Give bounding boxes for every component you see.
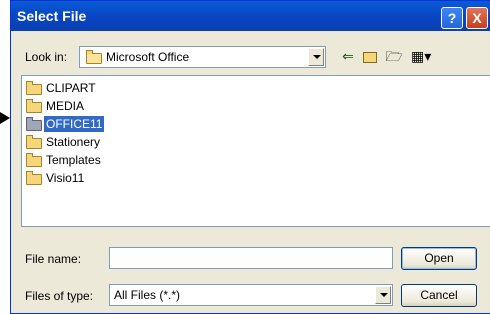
folder-icon: [86, 50, 102, 64]
dialog-title: Select File: [17, 8, 87, 24]
open-button-label: Open: [424, 251, 454, 265]
list-item-label: MEDIA: [46, 99, 85, 113]
up-one-level-icon[interactable]: [363, 52, 377, 63]
files-of-type-dropdown[interactable]: All Files (*.*): [109, 284, 393, 306]
look-in-value: Microsoft Office: [106, 50, 190, 64]
list-item-label: OFFICE11: [44, 116, 105, 132]
folder-icon: [26, 81, 42, 95]
look-in-dropdown[interactable]: Microsoft Office: [79, 46, 326, 68]
cancel-button[interactable]: Cancel: [401, 284, 477, 307]
file-name-input[interactable]: [109, 247, 393, 269]
help-icon: ?: [447, 10, 457, 26]
back-arrow-icon[interactable]: ⇐: [339, 48, 357, 66]
dropdown-button[interactable]: [308, 48, 324, 66]
list-item-label: Visio11: [46, 171, 85, 185]
chevron-down-icon: [380, 293, 388, 297]
select-file-dialog: Select File ? X Look in: Microsoft Offic…: [10, 0, 490, 314]
file-name-label: File name:: [25, 252, 82, 266]
folder-icon: [26, 171, 42, 185]
help-button[interactable]: ?: [441, 7, 463, 29]
new-folder-icon[interactable]: 🗁: [385, 48, 403, 66]
cancel-button-label: Cancel: [420, 288, 458, 302]
chevron-down-icon: [313, 55, 321, 59]
close-icon: X: [472, 10, 482, 26]
dropdown-button[interactable]: [375, 286, 391, 304]
file-list[interactable]: CLIPART MEDIA OFFICE11 Stationery Templa…: [21, 75, 490, 227]
list-item-label: CLIPART: [46, 81, 96, 95]
pointer-arrow-icon: [0, 112, 10, 124]
files-of-type-value: All Files (*.*): [114, 288, 181, 302]
views-menu-icon[interactable]: ▦▾: [411, 48, 431, 66]
open-button[interactable]: Open: [401, 247, 477, 270]
folder-icon: [26, 135, 42, 149]
folder-icon: [26, 99, 42, 113]
folder-icon: [26, 117, 42, 131]
files-of-type-label: Files of type:: [25, 289, 94, 303]
list-item-label: Stationery: [46, 135, 101, 149]
look-in-label: Look in:: [25, 50, 68, 64]
list-item-label: Templates: [46, 153, 101, 167]
folder-icon: [26, 153, 42, 167]
close-button[interactable]: X: [466, 7, 488, 29]
title-bar[interactable]: Select File ? X: [11, 1, 490, 31]
